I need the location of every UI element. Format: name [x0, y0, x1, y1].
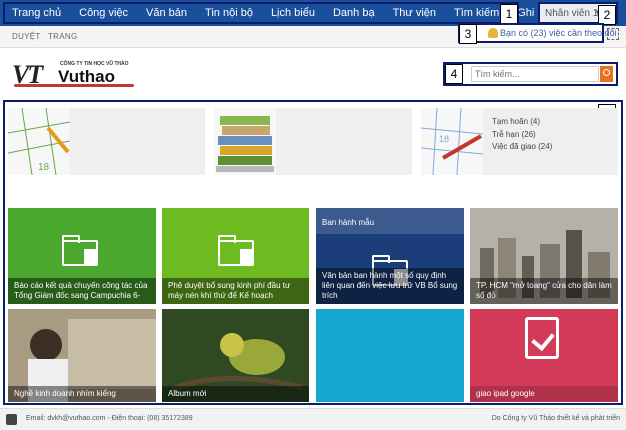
tile-budget-extra: Kế hoạch — [239, 291, 273, 300]
nav-item-documents[interactable]: Văn bản — [137, 2, 196, 24]
status-postponed[interactable]: Tạm hoãn (4) — [492, 116, 552, 129]
company-logo[interactable]: VT CÔNG TY TIN HỌC VŨ THẢO Vuthao — [12, 60, 142, 90]
tile-regulations-caption: Văn bản ban hành một số quy định liên qu… — [316, 268, 464, 304]
tile-report-caption: Báo cáo kết quả chuyến công tác của Tổng… — [8, 278, 156, 304]
nav-item-library[interactable]: Thư viện — [384, 2, 445, 24]
nav-item-tasks[interactable]: Công việc — [70, 2, 137, 24]
tile-regulations[interactable]: Ban hành mẫu Văn bản ban hành một số quy… — [316, 208, 464, 304]
svg-text:18: 18 — [38, 162, 50, 173]
tile-budget-approval[interactable]: Phê duyệt bổ sung kinh phí đầu tư máy né… — [162, 208, 309, 304]
tile-report[interactable]: Báo cáo kết quả chuyến công tác của Tổng… — [8, 208, 156, 304]
tile-budget-caption: Phê duyệt bổ sung kinh phí đầu tư máy né… — [162, 278, 309, 304]
nav-item-calendar[interactable]: Lịch biểu — [262, 2, 324, 24]
status-overdue[interactable]: Trễ hạn (26) — [492, 129, 552, 142]
nav-item-home[interactable]: Trang chủ — [3, 2, 70, 24]
footer-contact: Email: dvkh@vuthao.com - Điện thoại: (08… — [26, 415, 193, 422]
main-nav: Trang chủ Công việc Văn bản Tin nội bộ L… — [3, 2, 564, 24]
pen-image: 18 — [421, 108, 484, 175]
books-image — [214, 108, 276, 175]
tile-hedgehog-caption: Nghề kinh doanh nhím kiểng — [8, 386, 156, 402]
nav-item-search[interactable]: Tìm kiếm — [445, 2, 508, 24]
tile-ipad-caption: giao ipad google — [470, 386, 618, 402]
folder-icon — [62, 235, 98, 266]
tile-news-caption: TP. HCM "mở toang" cửa cho dân làm sổ đỏ — [470, 278, 618, 304]
callout-4: 4 — [445, 64, 463, 84]
banner-calendar[interactable]: 18 — [8, 108, 205, 175]
tile-hedgehog[interactable]: Nghề kinh doanh nhím kiểng — [8, 309, 156, 402]
task-status-list: Tạm hoãn (4) Trễ hạn (26) Việc đã giao (… — [492, 116, 552, 154]
tab-approve[interactable]: DUYỆT — [12, 32, 41, 41]
notification-bar[interactable]: Bạn có (23) việc cần theo dõi — [458, 23, 617, 43]
fullscreen-icon[interactable] — [607, 28, 619, 40]
user-name: Nhân viên 1 — [545, 8, 599, 19]
folder-icon — [218, 235, 254, 266]
footer-credit: Do Công ty Vũ Thảo thiết kế và phát triể… — [491, 415, 620, 422]
footer: Email: dvkh@vuthao.com - Điện thoại: (08… — [0, 408, 626, 430]
search-box — [443, 62, 618, 86]
tile-regulations-header: Ban hành mẫu — [316, 208, 464, 234]
tile-album[interactable]: Album mới — [162, 309, 309, 402]
bell-icon — [488, 28, 498, 38]
tile-news-hcm[interactable]: TP. HCM "mở toang" cửa cho dân làm sổ đỏ — [470, 208, 618, 304]
search-input[interactable] — [471, 66, 599, 82]
phone-icon — [6, 414, 17, 425]
tile-blank[interactable] — [316, 309, 464, 402]
nav-item-internal-news[interactable]: Tin nội bộ — [196, 2, 262, 24]
callout-1: 1 — [500, 4, 518, 24]
tile-album-caption: Album mới — [162, 386, 309, 402]
callout-2: 2 — [598, 5, 616, 25]
svg-text:18: 18 — [439, 134, 449, 144]
banner-books[interactable] — [214, 108, 412, 175]
notification-text[interactable]: Bạn có (23) việc cần theo dõi — [500, 28, 617, 38]
status-assigned[interactable]: Việc đã giao (24) — [492, 141, 552, 154]
search-button[interactable] — [600, 66, 613, 82]
calendar-image: 18 — [8, 108, 71, 175]
logo-swoosh — [14, 84, 134, 87]
callout-3: 3 — [459, 24, 477, 44]
nav-item-directory[interactable]: Danh bạ — [324, 2, 384, 24]
clipboard-check-icon — [525, 317, 559, 359]
tab-page[interactable]: TRANG — [48, 32, 78, 41]
